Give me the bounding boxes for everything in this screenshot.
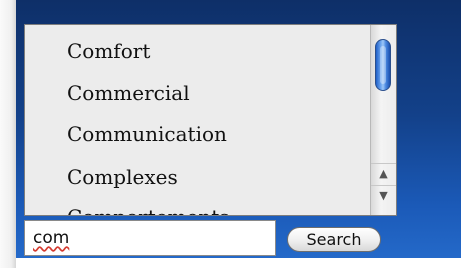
scroll-up-arrow-icon[interactable]: ▲	[371, 163, 396, 184]
list-item-comportements[interactable]: Comportements	[67, 205, 230, 215]
list-item-commercial[interactable]: Commercial	[67, 81, 190, 105]
scrollbar-thumb[interactable]	[375, 39, 391, 91]
scroll-down-arrow-icon[interactable]: ▼	[371, 185, 396, 206]
list-item-comfort[interactable]: Comfort	[67, 39, 150, 63]
list-item-communication[interactable]: Communication	[67, 122, 227, 146]
bottom-edge	[16, 258, 461, 268]
list-item-complexes[interactable]: Complexes	[67, 165, 178, 189]
search-widget-window: Comfort Commercial Communication Complex…	[0, 0, 461, 268]
search-input[interactable]	[24, 220, 276, 256]
vertical-scrollbar[interactable]: ▲ ▼	[370, 25, 396, 215]
suggestion-list[interactable]: Comfort Commercial Communication Complex…	[24, 24, 397, 216]
suggestion-list-items: Comfort Commercial Communication Complex…	[25, 25, 370, 215]
search-button[interactable]: Search	[287, 227, 381, 252]
left-edge	[0, 0, 16, 268]
